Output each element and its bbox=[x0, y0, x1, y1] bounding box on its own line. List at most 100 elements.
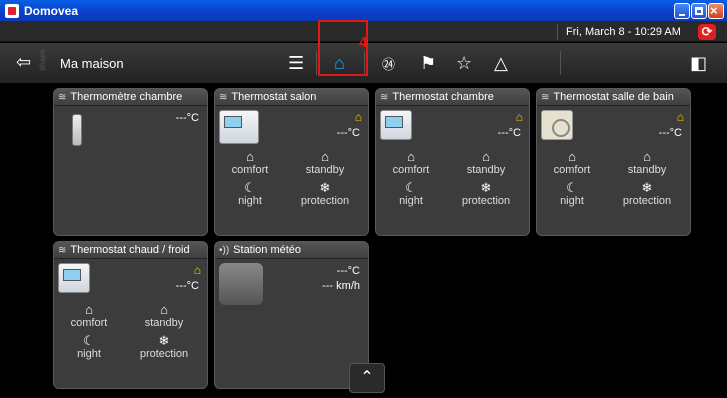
mode-label: standby bbox=[627, 164, 667, 176]
collapse-button[interactable]: ⌃ bbox=[349, 363, 385, 393]
panel-toggle-icon[interactable]: ◧ bbox=[690, 51, 707, 75]
mode-comfort[interactable]: ⌂ comfort bbox=[542, 149, 602, 177]
mode-night[interactable]: ☾ night bbox=[381, 180, 441, 208]
temperature-value: ---°C bbox=[497, 127, 521, 139]
heating-icon: ≋ bbox=[58, 91, 67, 103]
star-icon[interactable]: ☆ bbox=[456, 51, 472, 75]
list-view-icon[interactable]: ☰ bbox=[288, 51, 304, 75]
mode-protection[interactable]: ❄ protection bbox=[617, 180, 677, 208]
standby-icon: ⌂ bbox=[643, 149, 651, 164]
card-title: Thermostat salle de bain bbox=[553, 91, 674, 103]
mode-night[interactable]: ☾ night bbox=[59, 334, 119, 361]
mode-protection[interactable]: ❄ protection bbox=[456, 180, 516, 208]
card-title: Thermostat chaud / froid bbox=[70, 244, 190, 256]
card-title: Thermomètre chambre bbox=[70, 91, 183, 103]
mode-label: protection bbox=[139, 348, 189, 360]
mode-comfort[interactable]: ⌂ comfort bbox=[381, 149, 441, 177]
temperature-value: ---°C bbox=[336, 127, 360, 139]
snowflake-icon: ❄ bbox=[319, 180, 331, 195]
mode-protection[interactable]: ❄ protection bbox=[295, 180, 355, 208]
close-button[interactable]: × bbox=[708, 3, 724, 19]
minimize-button[interactable] bbox=[674, 3, 690, 19]
card-header: ≋ Thermostat chambre bbox=[376, 89, 529, 106]
moon-icon: ☾ bbox=[405, 180, 417, 195]
moon-icon: ☾ bbox=[566, 180, 578, 195]
wind-speed-value: --- km/h bbox=[322, 280, 360, 292]
card-title: Station météo bbox=[233, 244, 302, 256]
mode-label: night bbox=[238, 195, 262, 207]
thermostat-image bbox=[380, 110, 412, 140]
back-arrow-icon[interactable]: ⇦ bbox=[16, 52, 31, 73]
mode-label: standby bbox=[144, 317, 184, 329]
mode-label: comfort bbox=[70, 317, 108, 329]
mode-label: protection bbox=[622, 195, 672, 207]
heating-icon: ≋ bbox=[541, 91, 550, 103]
mode-comfort[interactable]: ⌂ comfort bbox=[59, 302, 119, 330]
device-card-thermostat-chaud-froid[interactable]: ≋ Thermostat chaud / froid ⌂ ---°C ⌂ comf… bbox=[53, 241, 208, 389]
card-header: ≋ Thermostat chaud / froid bbox=[54, 242, 207, 259]
mode-label: standby bbox=[305, 164, 345, 176]
app-icon bbox=[5, 4, 19, 18]
status-divider bbox=[557, 24, 558, 40]
thermostat-image bbox=[219, 110, 259, 144]
mode-label: night bbox=[560, 195, 584, 207]
wireless-icon: •)) bbox=[219, 244, 230, 256]
temperature-value: ---°C bbox=[175, 112, 199, 124]
standby-icon: ⌂ bbox=[321, 149, 329, 164]
comfort-icon: ⌂ bbox=[568, 149, 576, 164]
mode-standby[interactable]: ⌂ standby bbox=[617, 149, 677, 177]
mode-standby[interactable]: ⌂ standby bbox=[134, 302, 194, 330]
heating-icon: ≋ bbox=[380, 91, 389, 103]
mode-standby[interactable]: ⌂ standby bbox=[295, 149, 355, 177]
device-card-thermometre[interactable]: ≋ Thermomètre chambre ---°C bbox=[53, 88, 208, 236]
device-card-thermostat-salon[interactable]: ≋ Thermostat salon ⌂ ---°C ⌂ comfort ⌂ sta… bbox=[214, 88, 369, 236]
chevron-up-icon: ⌃ bbox=[360, 369, 374, 386]
mode-label: standby bbox=[466, 164, 506, 176]
mode-night[interactable]: ☾ night bbox=[542, 180, 602, 208]
mode-label: comfort bbox=[392, 164, 430, 176]
mode-night[interactable]: ☾ night bbox=[220, 181, 280, 208]
nav-separator bbox=[316, 51, 317, 75]
card-header: ≋ Thermomètre chambre bbox=[54, 89, 207, 106]
comfort-icon: ⌂ bbox=[85, 302, 93, 317]
location-label: Ma maison bbox=[60, 56, 124, 71]
temperature-value: ---°C bbox=[658, 127, 682, 139]
thermostat-image bbox=[58, 263, 90, 293]
timer-24h-icon[interactable]: ㉔ bbox=[382, 51, 395, 75]
thermometer-image bbox=[72, 114, 82, 146]
card-header: ≋ Thermostat salle de bain bbox=[537, 89, 690, 106]
mode-label: night bbox=[399, 195, 423, 207]
heating-icon: ≋ bbox=[219, 91, 228, 103]
snowflake-icon: ❄ bbox=[480, 180, 492, 195]
temperature-value: ---°C bbox=[336, 265, 360, 277]
standby-mode-icon: ⌂ bbox=[193, 263, 201, 277]
snowflake-icon: ❄ bbox=[641, 180, 653, 195]
mode-standby[interactable]: ⌂ standby bbox=[456, 150, 516, 177]
snowflake-icon: ❄ bbox=[158, 333, 170, 348]
card-title: Thermostat salon bbox=[231, 91, 317, 103]
camera-icon[interactable]: ⚑ bbox=[420, 51, 436, 75]
scenario-icon[interactable]: △ bbox=[494, 51, 508, 75]
mode-label: protection bbox=[461, 195, 511, 207]
mode-label: night bbox=[77, 348, 101, 360]
device-card-thermostat-salle-de-bain[interactable]: ≋ Thermostat salle de bain ⌂ ---°C ⌂ comf… bbox=[536, 88, 691, 236]
standby-icon: ⌂ bbox=[160, 302, 168, 317]
window-title: Domovea bbox=[24, 4, 79, 18]
maximize-button[interactable] bbox=[691, 3, 707, 19]
sync-icon[interactable]: ⟳ bbox=[698, 24, 716, 40]
mode-label: comfort bbox=[231, 164, 269, 176]
device-card-station-meteo[interactable]: •)) Station météo ---°C --- km/h bbox=[214, 241, 369, 389]
device-card-thermostat-chambre[interactable]: ≋ Thermostat chambre ⌂ ---°C ⌂ comfort ⌂ s… bbox=[375, 88, 530, 236]
weather-station-image bbox=[219, 263, 263, 305]
card-title: Thermostat chambre bbox=[392, 91, 494, 103]
highlight-number: 4 bbox=[359, 34, 368, 51]
mode-label: protection bbox=[300, 195, 350, 207]
card-header: ≋ Thermostat salon bbox=[215, 89, 368, 106]
standby-mode-icon: ⌂ bbox=[354, 110, 362, 124]
mode-comfort[interactable]: ⌂ comfort bbox=[220, 150, 280, 177]
standby-mode-icon: ⌂ bbox=[676, 110, 684, 124]
comfort-icon: ⌂ bbox=[407, 149, 415, 164]
mode-protection[interactable]: ❄ protection bbox=[134, 333, 194, 361]
mode-label: comfort bbox=[553, 164, 591, 176]
heating-icon: ≋ bbox=[58, 244, 67, 256]
